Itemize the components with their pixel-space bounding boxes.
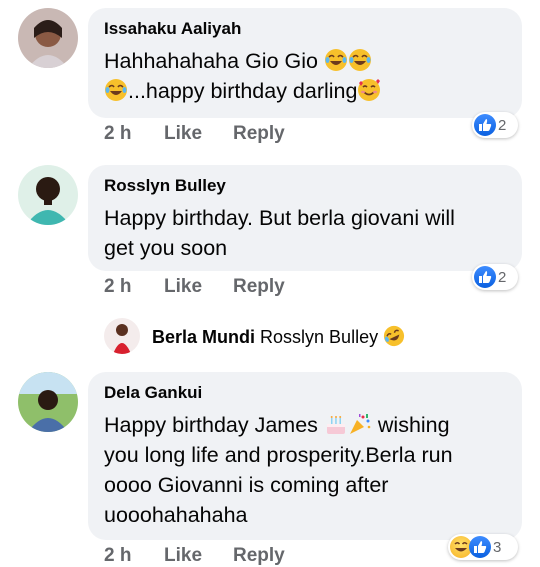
- comment-bubble: Issahaku Aaliyah Hahhahahaha Gio Gio ...…: [88, 8, 522, 118]
- like-button[interactable]: Like: [164, 123, 202, 145]
- comment-bubble: Dela Gankui Happy birthday James wishing…: [88, 372, 522, 540]
- reply-text: Rosslyn Bulley: [260, 327, 379, 347]
- reply-preview[interactable]: Berla Mundi Rosslyn Bulley: [152, 325, 405, 348]
- tears-of-joy-emoji-icon: [105, 79, 127, 101]
- like-reaction-icon: [474, 114, 496, 136]
- comment-timestamp[interactable]: 2 h: [104, 276, 131, 298]
- reaction-count: 2: [498, 268, 507, 286]
- comment-text: Hahhahahaha Gio Gio ...happy birthday da…: [104, 46, 506, 106]
- comment-actions: 2 h Like Reply: [104, 123, 404, 147]
- smiling-face-hearts-emoji-icon: [358, 79, 381, 101]
- comment-timestamp[interactable]: 2 h: [104, 123, 131, 145]
- avatar[interactable]: [18, 372, 78, 432]
- like-button[interactable]: Like: [164, 276, 202, 298]
- like-button[interactable]: Like: [164, 545, 202, 567]
- reaction-summary[interactable]: 3: [448, 534, 518, 560]
- tears-of-joy-emoji-icon: [324, 49, 347, 71]
- comment-text: Happy birthday James wishing you long li…: [104, 410, 506, 530]
- reply-author[interactable]: Berla Mundi: [152, 327, 255, 347]
- comment-text-line: Hahhahahaha Gio Gio: [104, 49, 318, 73]
- tears-of-joy-emoji-icon: [348, 49, 371, 71]
- comment-text-line: wishing: [377, 413, 450, 437]
- avatar[interactable]: [104, 318, 140, 354]
- comment-timestamp[interactable]: 2 h: [104, 545, 131, 567]
- comment-text-line: oooo Giovanni is coming after: [104, 473, 389, 497]
- comment-bubble: Rosslyn Bulley Happy birthday. But berla…: [88, 165, 522, 271]
- reaction-count: 2: [498, 116, 507, 134]
- avatar[interactable]: [18, 8, 78, 68]
- rolling-laughing-emoji-icon: [384, 325, 405, 347]
- like-reaction-icon: [469, 536, 491, 558]
- reaction-summary[interactable]: 2: [472, 264, 518, 290]
- like-reaction-icon: [474, 266, 496, 288]
- birthday-cake-emoji-icon: [326, 416, 345, 434]
- comment-actions: 2 h Like Reply: [104, 276, 404, 300]
- comment-text-line: get you soon: [104, 236, 228, 260]
- comment-text-line: uooohahahaha: [104, 503, 248, 527]
- reaction-summary[interactable]: 2: [472, 112, 518, 138]
- comment-author[interactable]: Dela Gankui: [104, 382, 506, 404]
- comment-text-line: Happy birthday. But berla giovani will: [104, 206, 455, 230]
- comment-text-line: you long life and prosperity.Berla run: [104, 443, 453, 467]
- comment-text-line: ...happy birthday darling: [128, 79, 358, 103]
- reply-button[interactable]: Reply: [233, 123, 285, 145]
- reaction-count: 3: [493, 538, 502, 556]
- comment-text: Happy birthday. But berla giovani will g…: [104, 203, 506, 263]
- reply-button[interactable]: Reply: [233, 545, 285, 567]
- party-popper-emoji-icon: [349, 414, 371, 434]
- comment-author[interactable]: Issahaku Aaliyah: [104, 18, 506, 40]
- comment-actions: 2 h Like Reply: [104, 545, 404, 567]
- reply-button[interactable]: Reply: [233, 276, 285, 298]
- avatar[interactable]: [18, 165, 78, 225]
- comment-author[interactable]: Rosslyn Bulley: [104, 175, 506, 197]
- comment-text-line: Happy birthday James: [104, 413, 318, 437]
